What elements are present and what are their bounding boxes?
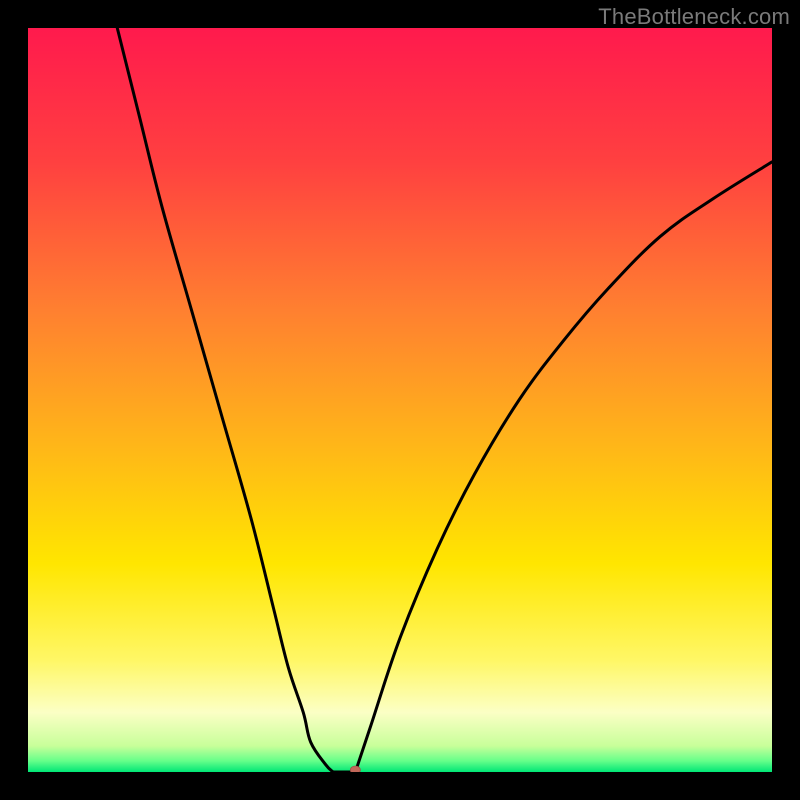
chart-frame: TheBottleneck.com [0,0,800,800]
watermark-text: TheBottleneck.com [598,4,790,30]
bottleneck-chart [28,28,772,772]
plot-area [28,28,772,772]
minimum-marker [350,766,360,772]
gradient-background [28,28,772,772]
